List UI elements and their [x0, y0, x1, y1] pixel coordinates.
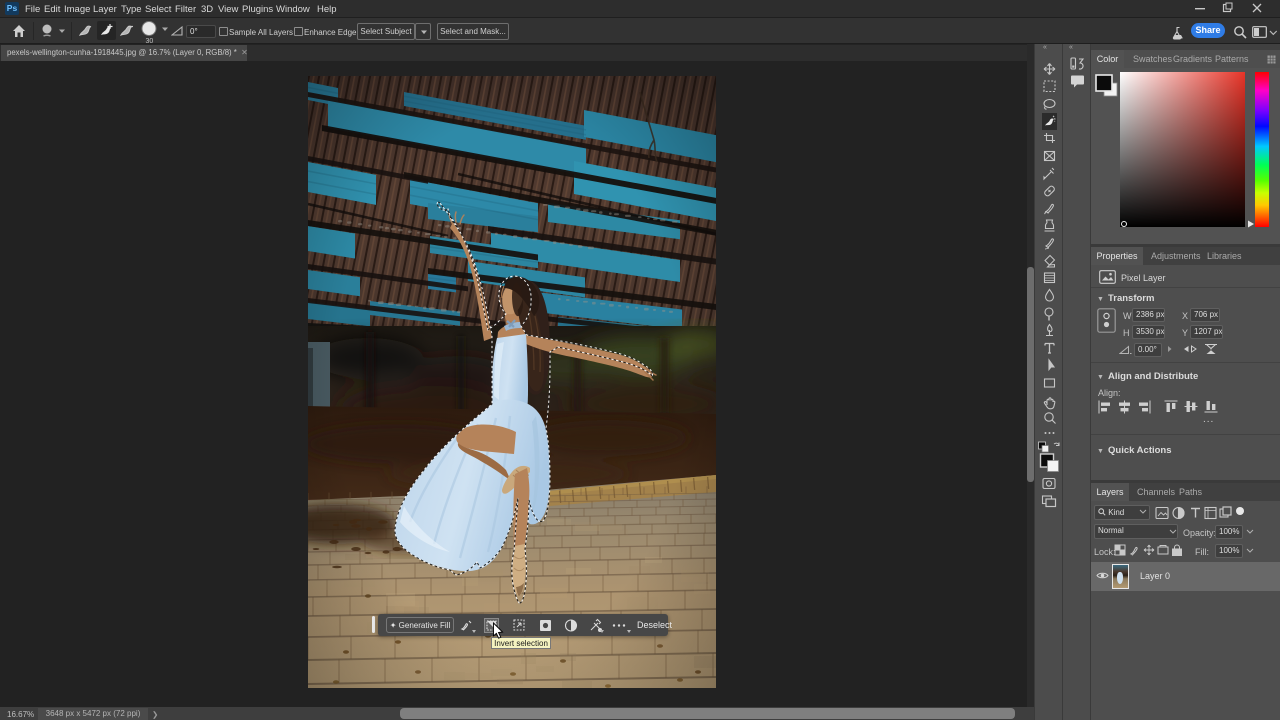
svg-text:30: 30 — [146, 38, 154, 45]
